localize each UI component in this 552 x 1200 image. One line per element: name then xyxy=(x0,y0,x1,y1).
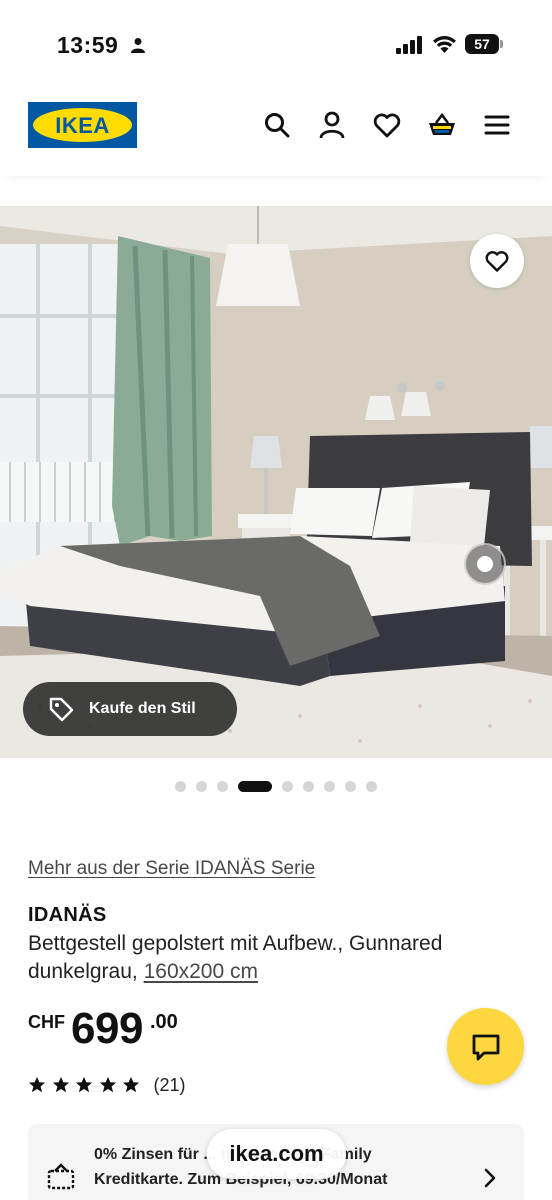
image-favorite-button[interactable] xyxy=(470,234,524,288)
carousel-dot[interactable] xyxy=(282,780,293,792)
price-integer: 699 xyxy=(71,1004,143,1053)
logo-oval: IKEA xyxy=(33,108,132,142)
bedroom-scene xyxy=(0,206,552,758)
price-decimals: .00 xyxy=(150,1011,178,1033)
site-header: IKEA xyxy=(0,90,552,176)
wifi-icon xyxy=(433,36,456,53)
hotspot-dot xyxy=(477,556,493,572)
carousel-dot[interactable] xyxy=(366,780,377,792)
tag-icon xyxy=(49,697,74,722)
carousel-dot[interactable] xyxy=(196,780,207,792)
review-count: (21) xyxy=(153,1074,186,1095)
carousel-dot[interactable] xyxy=(345,780,356,792)
star-icon xyxy=(52,1076,69,1093)
carousel-dot[interactable] xyxy=(324,780,335,792)
shop-the-look-label: Kaufe den Stil xyxy=(89,700,196,717)
battery-tip xyxy=(500,40,503,48)
star-icon xyxy=(122,1076,140,1093)
signal-icon xyxy=(396,36,422,54)
person-icon xyxy=(131,38,145,53)
search-icon[interactable] xyxy=(262,110,292,140)
browser-url-bar[interactable]: ikea.com xyxy=(207,1129,346,1179)
product-description: Bettgestell gepolstert mit Aufbew., Gunn… xyxy=(28,930,518,986)
status-bar: 13:59 57 xyxy=(0,0,552,90)
credit-card-icon xyxy=(47,1163,75,1190)
series-link[interactable]: Mehr aus der Serie IDANÄS Serie xyxy=(28,858,315,880)
carousel-dot[interactable] xyxy=(217,780,228,792)
battery-level: 57 xyxy=(465,34,499,54)
menu-icon[interactable] xyxy=(482,110,512,140)
status-time: 13:59 xyxy=(57,32,119,58)
carousel-dot[interactable] xyxy=(303,780,314,792)
heart-icon[interactable] xyxy=(372,110,402,140)
cart-icon[interactable] xyxy=(427,110,457,140)
product-rating[interactable]: (21) xyxy=(28,1074,186,1096)
logo-text: IKEA xyxy=(55,113,110,138)
star-icon xyxy=(75,1076,93,1093)
chat-button[interactable] xyxy=(447,1008,524,1085)
star-icon xyxy=(99,1076,116,1093)
heart-icon xyxy=(485,251,509,272)
price-currency: CHF xyxy=(28,1012,65,1032)
size-link[interactable]: 160x200 cm xyxy=(144,960,258,983)
product-hotspot[interactable] xyxy=(464,543,506,585)
shop-the-look-button[interactable]: Kaufe den Stil xyxy=(23,682,237,736)
account-icon[interactable] xyxy=(317,110,347,140)
ikea-logo[interactable]: IKEA xyxy=(28,102,137,148)
product-image[interactable] xyxy=(0,206,552,758)
chevron-right-icon xyxy=(484,1168,496,1188)
battery-indicator: 57 xyxy=(465,34,503,54)
product-name: IDANÄS xyxy=(28,904,107,926)
carousel-dot-active[interactable] xyxy=(238,780,272,792)
carousel-dots xyxy=(0,778,552,794)
carousel-dot[interactable] xyxy=(175,780,186,792)
chat-icon xyxy=(472,1034,499,1060)
star-icon xyxy=(28,1076,46,1093)
